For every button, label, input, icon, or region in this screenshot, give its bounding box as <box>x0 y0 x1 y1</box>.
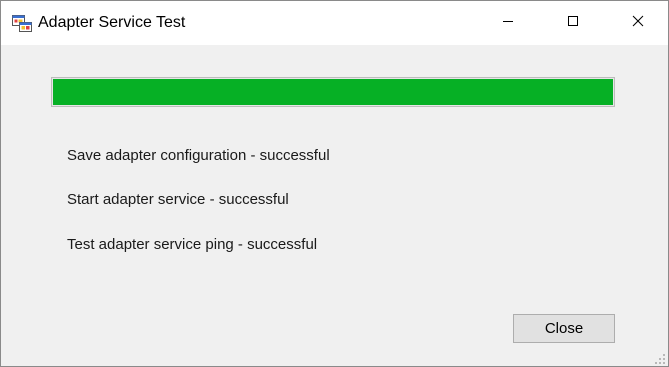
app-window-icon <box>12 13 32 33</box>
minimize-button[interactable] <box>485 1 531 45</box>
close-button[interactable]: Close <box>513 314 615 343</box>
status-save-configuration: Save adapter configuration - successful <box>67 147 330 164</box>
close-icon <box>632 14 644 32</box>
status-service-ping: Test adapter service ping - successful <box>67 236 318 253</box>
progress-bar <box>51 77 615 107</box>
resize-grip-icon[interactable] <box>654 352 666 364</box>
adapter-service-test-window: Adapter Service Test Save adapter config… <box>0 0 669 367</box>
status-start-service: Start adapter service - successful <box>67 191 289 208</box>
title-bar[interactable]: Adapter Service Test <box>1 1 668 45</box>
window-close-button[interactable] <box>615 1 661 45</box>
window-title: Adapter Service Test <box>38 14 186 31</box>
progress-bar-fill <box>53 79 613 105</box>
maximize-button[interactable] <box>550 1 596 45</box>
maximize-icon <box>567 14 579 32</box>
minimize-icon <box>502 14 514 32</box>
